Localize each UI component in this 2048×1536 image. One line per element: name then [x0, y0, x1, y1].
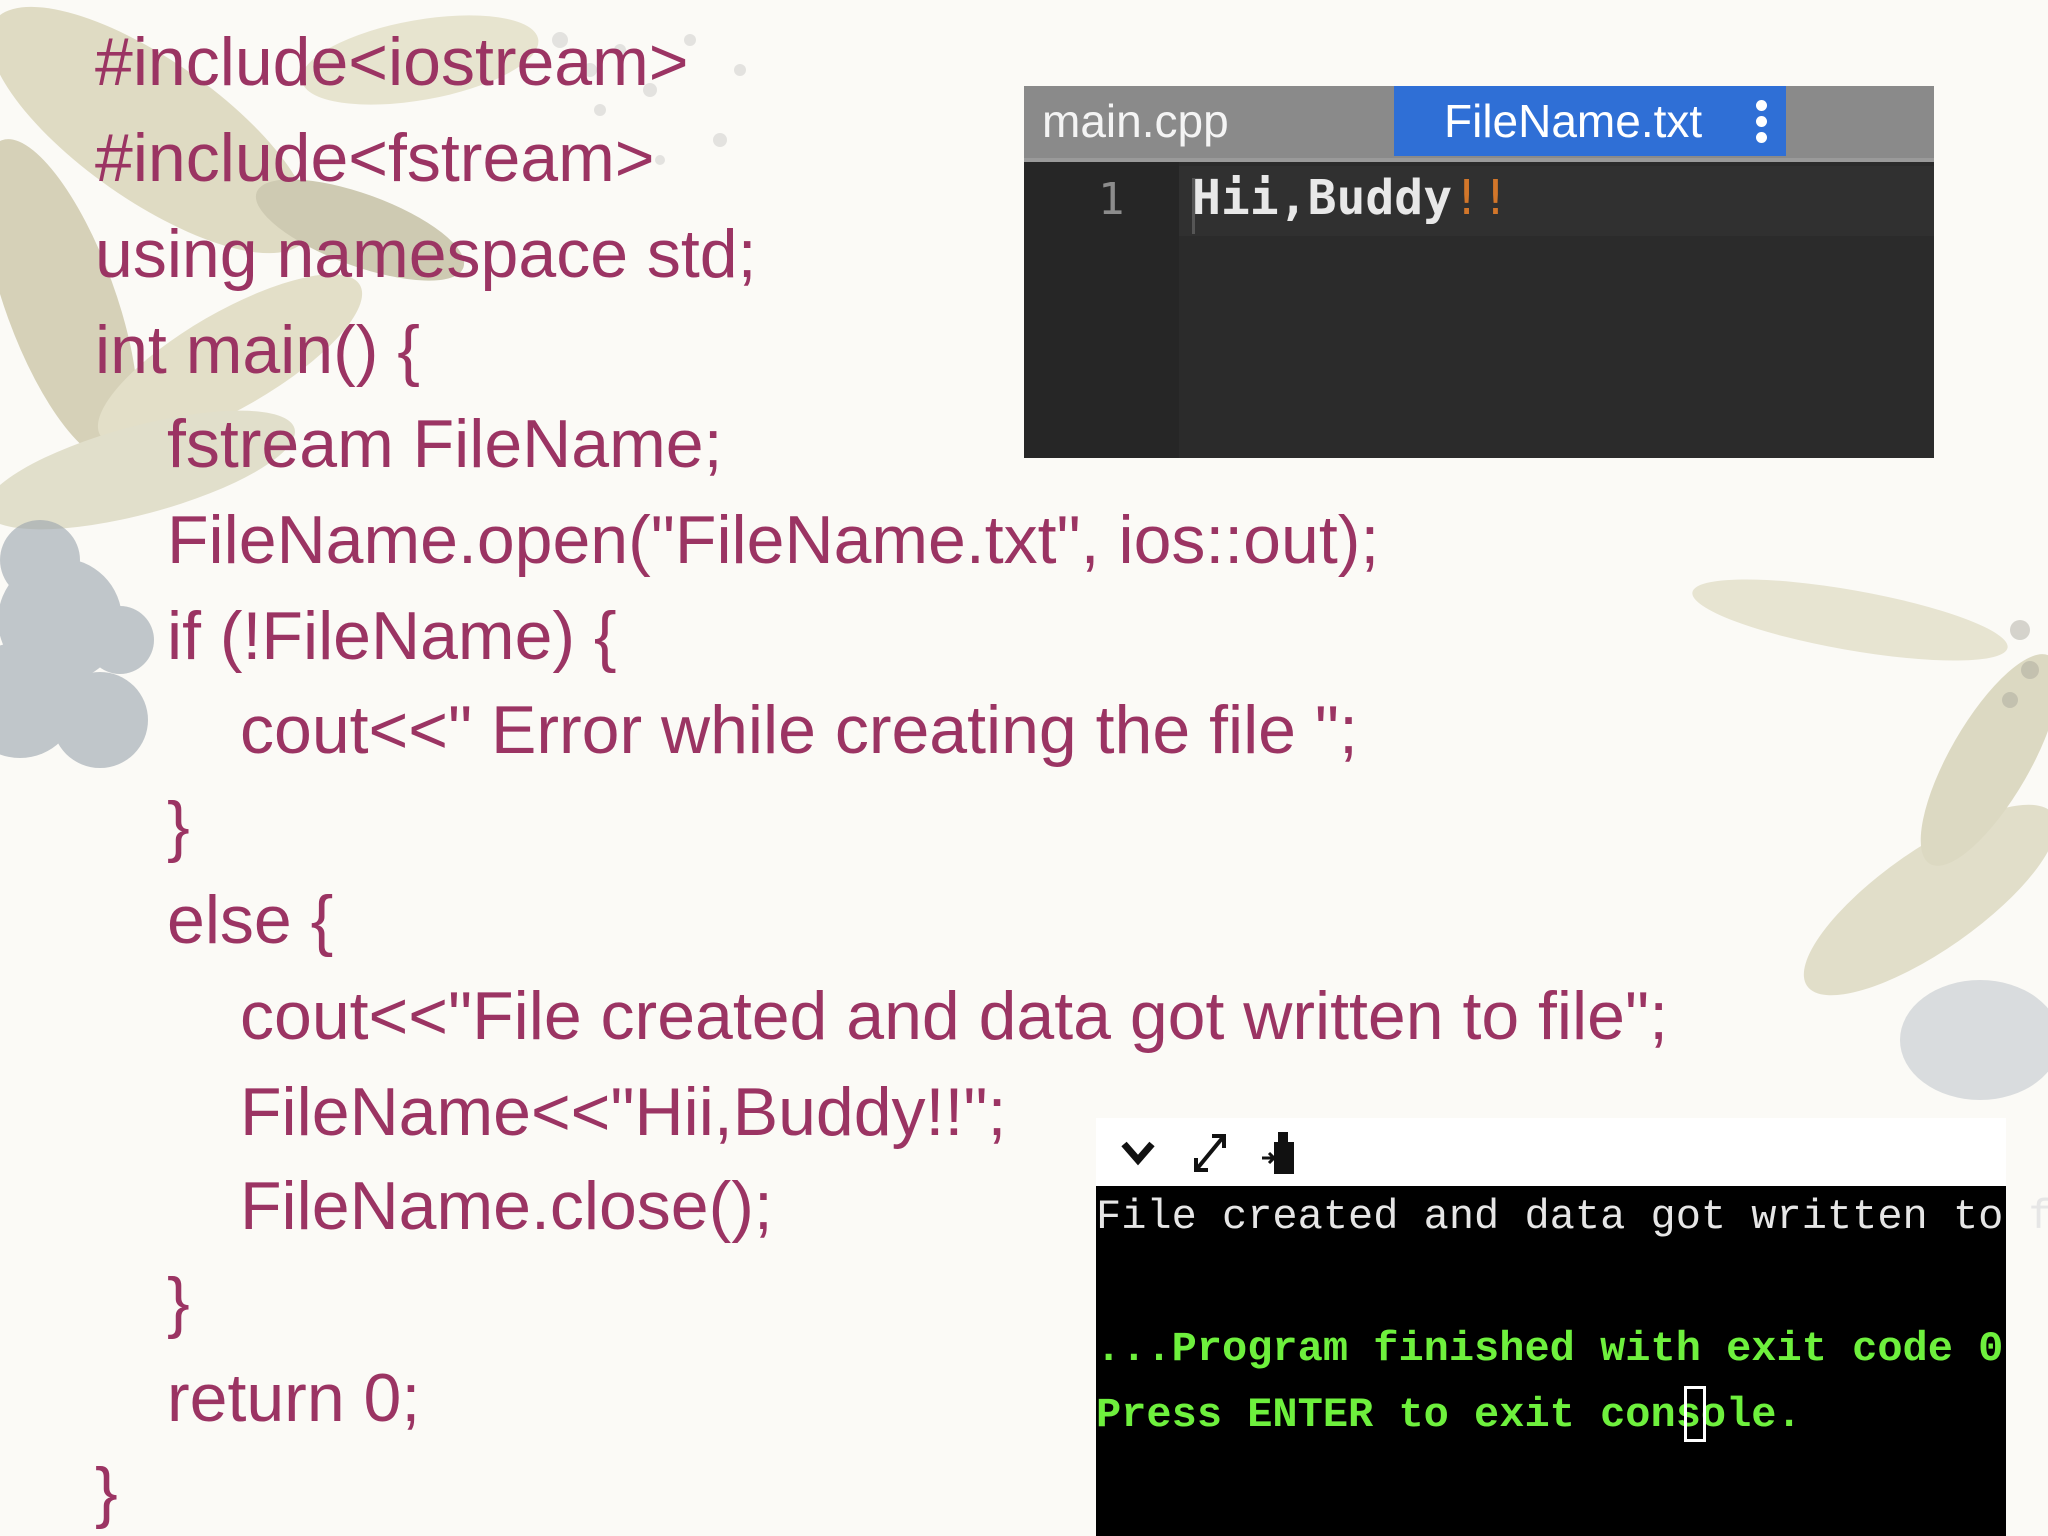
- kebab-menu-icon[interactable]: [1756, 100, 1768, 144]
- file-content[interactable]: Hii,Buddy!!: [1192, 170, 1510, 226]
- code-line: using namespace std;: [95, 216, 757, 292]
- code-line: cout<<" Error while creating the file ";: [240, 692, 1358, 768]
- code-line: #include<fstream>: [95, 120, 655, 196]
- console-exit-line: ...Program finished with exit code 0: [1096, 1325, 2004, 1373]
- chevron-down-icon[interactable]: [1116, 1128, 1160, 1178]
- code-line: fstream FileName;: [167, 406, 723, 482]
- expand-icon[interactable]: [1188, 1128, 1232, 1178]
- tab-filename-txt[interactable]: FileName.txt: [1394, 86, 1786, 156]
- tab-main-cpp[interactable]: main.cpp: [1042, 86, 1229, 156]
- console-toolbar: [1096, 1118, 2006, 1186]
- stop-icon[interactable]: [1260, 1128, 1304, 1178]
- code-line: #include<iostream>: [95, 24, 689, 100]
- tab-bar: main.cpp FileName.txt: [1024, 86, 1934, 158]
- code-line: FileName.open("FileName.txt", ios::out);: [167, 502, 1380, 578]
- code-line: }: [167, 788, 190, 864]
- code-line: int main() {: [95, 312, 420, 388]
- console-output[interactable]: File created and data got written to fil…: [1096, 1186, 2048, 1536]
- code-line: return 0;: [167, 1360, 421, 1436]
- tab-label: FileName.txt: [1444, 95, 1703, 147]
- editor-window: main.cpp FileName.txt 1 Hii,Buddy!!: [1024, 86, 1934, 458]
- code-line: }: [167, 1264, 190, 1340]
- line-number: 1: [1098, 174, 1125, 225]
- console-output-line: File created and data got written to fil…: [1096, 1193, 2048, 1241]
- console-cursor: [1684, 1386, 1706, 1442]
- code-line: cout<<"File created and data got written…: [240, 978, 1668, 1054]
- code-line: if (!FileName) {: [167, 598, 617, 674]
- code-line: }: [95, 1454, 118, 1530]
- code-line: else {: [167, 882, 334, 958]
- code-line: FileName<<"Hii,Buddy!!";: [240, 1074, 1007, 1150]
- code-line: FileName.close();: [240, 1168, 773, 1244]
- file-text-suffix: !!: [1452, 170, 1510, 226]
- file-text: Hii,Buddy: [1192, 170, 1453, 226]
